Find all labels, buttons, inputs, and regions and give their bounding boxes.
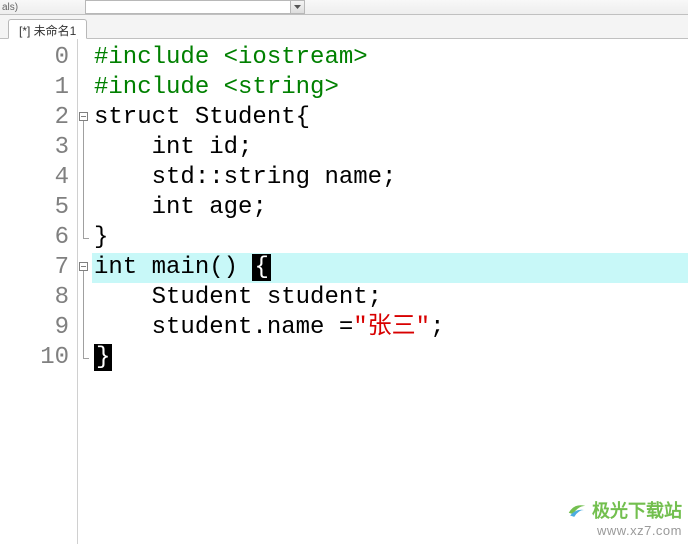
watermark-url: www.xz7.com xyxy=(566,523,682,538)
watermark-title: 极光下载站 xyxy=(592,497,682,523)
fold-toggle-icon[interactable] xyxy=(79,262,88,271)
toolbar-remnant-label: als) xyxy=(2,2,18,13)
code-line[interactable]: } xyxy=(92,343,688,373)
keyword-token: int xyxy=(94,254,137,281)
dropdown-arrow-icon[interactable] xyxy=(290,1,304,13)
code-line[interactable]: } xyxy=(92,223,688,253)
code-line[interactable]: int id; xyxy=(92,133,688,163)
line-number: 2 xyxy=(0,103,77,133)
code-text: std::string name; xyxy=(152,164,397,191)
line-number: 1 xyxy=(0,73,77,103)
code-editor[interactable]: 0 1 2 3 4 5 6 7 8 9 10 xyxy=(0,39,688,544)
keyword-token: int xyxy=(152,194,195,221)
fold-toggle-icon[interactable] xyxy=(79,112,88,121)
line-number: 3 xyxy=(0,133,77,163)
brace-match-open: { xyxy=(252,254,270,281)
tab-strip: [*] 未命名1 xyxy=(0,15,688,39)
line-number: 8 xyxy=(0,283,77,313)
code-text: id; xyxy=(195,134,253,161)
code-text: student.name = xyxy=(152,314,354,341)
code-line[interactable]: #include <string> xyxy=(92,73,688,103)
line-number: 4 xyxy=(0,163,77,193)
keyword-token: struct xyxy=(94,104,180,131)
code-text: main() xyxy=(137,254,252,281)
watermark: 极光下载站 www.xz7.com xyxy=(566,497,682,538)
string-token: "张三" xyxy=(353,314,430,341)
brace-match-close: } xyxy=(94,344,112,371)
line-number: 7 xyxy=(0,253,77,283)
code-text: ; xyxy=(430,314,444,341)
code-text: } xyxy=(94,224,108,251)
code-line[interactable]: std::string name; xyxy=(92,163,688,193)
line-number: 5 xyxy=(0,193,77,223)
preprocessor-token: #include <string> xyxy=(94,74,339,101)
code-line[interactable]: student.name ="张三"; xyxy=(92,313,688,343)
toolbar: als) xyxy=(0,0,688,15)
line-number: 10 xyxy=(0,343,77,373)
fold-column xyxy=(78,39,92,544)
code-line[interactable]: #include <iostream> xyxy=(92,43,688,73)
code-line-current[interactable]: int main() { xyxy=(92,253,688,283)
code-area[interactable]: #include <iostream> #include <string> st… xyxy=(92,39,688,544)
code-text: Student{ xyxy=(180,104,310,131)
scope-dropdown[interactable] xyxy=(85,0,305,14)
line-number-gutter: 0 1 2 3 4 5 6 7 8 9 10 xyxy=(0,39,78,544)
code-line[interactable]: Student student; xyxy=(92,283,688,313)
tab-untitled[interactable]: [*] 未命名1 xyxy=(8,19,87,39)
code-line[interactable]: struct Student{ xyxy=(92,103,688,133)
watermark-logo-icon xyxy=(566,499,588,521)
code-line[interactable]: int age; xyxy=(92,193,688,223)
line-number: 9 xyxy=(0,313,77,343)
line-number: 0 xyxy=(0,43,77,73)
line-number: 6 xyxy=(0,223,77,253)
code-text: age; xyxy=(195,194,267,221)
preprocessor-token: #include <iostream> xyxy=(94,44,368,71)
keyword-token: int xyxy=(152,134,195,161)
code-text: Student student; xyxy=(152,284,382,311)
